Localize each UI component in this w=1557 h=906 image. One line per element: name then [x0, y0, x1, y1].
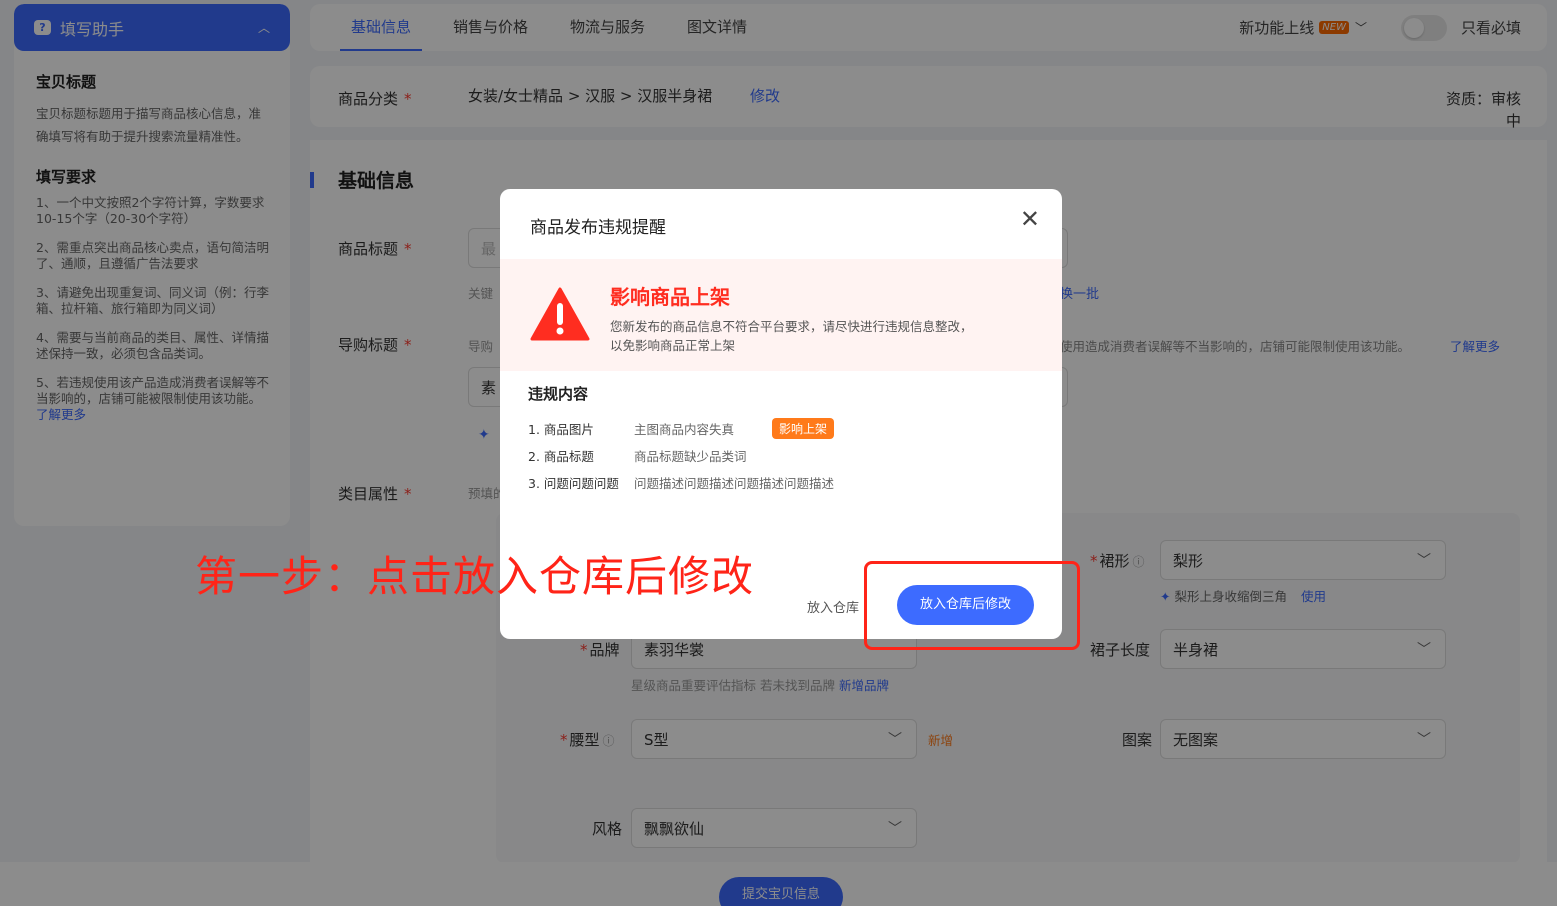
annotation-highlight-box	[864, 561, 1080, 650]
warning-desc: 您新发布的商品信息不符合平台要求，请尽快进行违规信息整改， 以免影响商品正常上架	[610, 317, 1040, 355]
close-icon[interactable]: ✕	[1020, 207, 1040, 231]
tutorial-annotation: 第一步：点击放入仓库后修改	[195, 552, 755, 601]
modal-title: 商品发布违规提醒	[530, 218, 666, 238]
violation-row: 3. 问题问题问题 问题描述问题描述问题描述问题描述	[528, 473, 834, 492]
violation-desc: 主图商品内容失真	[634, 422, 735, 437]
violation-item: 1. 商品图片	[528, 422, 594, 437]
warning-banner: 影响商品上架 您新发布的商品信息不符合平台要求，请尽快进行违规信息整改， 以免影…	[500, 259, 1062, 371]
warning-title: 影响商品上架	[610, 285, 730, 309]
warning-desc-line2: 以免影响商品正常上架	[610, 338, 736, 353]
violation-desc: 问题描述问题描述问题描述问题描述	[634, 476, 835, 491]
violation-desc: 商品标题缺少品类词	[634, 449, 747, 464]
warning-desc-line1: 您新发布的商品信息不符合平台要求，请尽快进行违规信息整改，	[610, 319, 973, 334]
store-button[interactable]: 放入仓库	[807, 597, 859, 616]
violation-item: 3. 问题问题问题	[528, 476, 619, 491]
violation-row: 1. 商品图片 主图商品内容失真 影响上架	[528, 418, 835, 439]
warning-icon	[530, 287, 590, 341]
violation-tag: 影响上架	[772, 418, 835, 439]
violation-item: 2. 商品标题	[528, 449, 594, 464]
violations-title: 违规内容	[528, 385, 589, 403]
violation-row: 2. 商品标题 商品标题缺少品类词	[528, 446, 747, 465]
